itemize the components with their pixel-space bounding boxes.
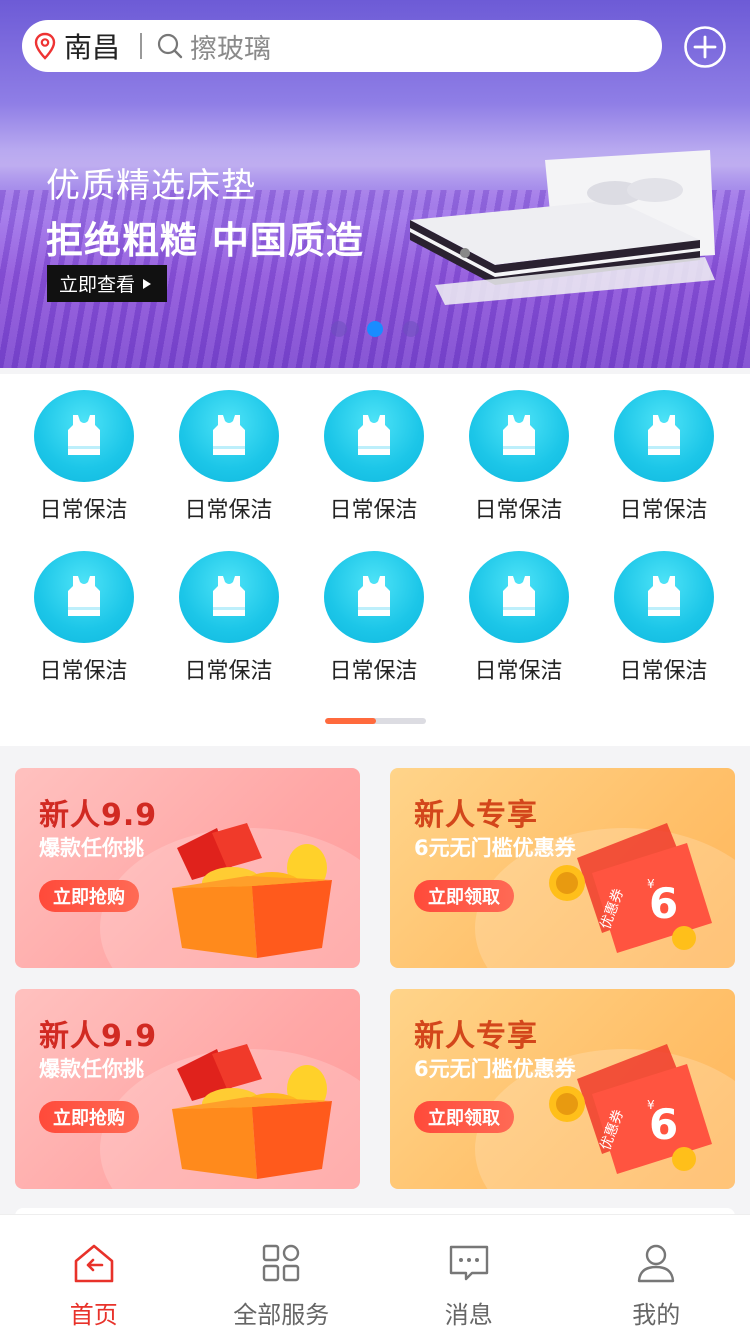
tab-label: 全部服务 — [233, 1301, 330, 1329]
promo-card-newuser-coupon[interactable]: 新人专享 6元无门槛优惠券 立即领取 优惠券 ¥ 6 — [390, 768, 735, 968]
user-icon — [638, 1244, 675, 1283]
search-divider — [140, 33, 143, 59]
play-arrow-icon — [143, 278, 152, 289]
vest-icon — [33, 390, 134, 482]
category-item[interactable]: 日常保洁 — [156, 374, 301, 524]
location-pin-icon[interactable] — [34, 32, 56, 60]
vest-icon — [613, 390, 714, 482]
banner-pagination — [331, 321, 419, 337]
promo-title: 新人专享 — [414, 1019, 538, 1054]
tab-home[interactable]: 首页 — [0, 1215, 188, 1334]
banner-dot[interactable] — [331, 321, 347, 337]
category-label: 日常保洁 — [329, 498, 418, 523]
promo-title: 新人9.9 — [39, 798, 158, 833]
message-icon — [449, 1245, 488, 1281]
add-plus-icon[interactable] — [683, 25, 727, 69]
bottom-tab-bar: 首页 全部服务 消息 我的 — [0, 1214, 750, 1334]
grab-now-button[interactable]: 立即抢购 — [39, 880, 139, 912]
promo-subtitle: 爆款任你挑 — [39, 836, 144, 860]
search-input[interactable]: 擦玻璃 — [190, 27, 271, 66]
vest-icon — [468, 551, 569, 643]
banner-dot[interactable] — [403, 321, 419, 337]
category-label: 日常保洁 — [474, 659, 563, 684]
category-item[interactable]: 日常保洁 — [301, 535, 446, 685]
category-label: 日常保洁 — [619, 659, 708, 684]
category-label: 日常保洁 — [39, 659, 128, 684]
banner-headline: 拒绝粗糙 中国质造 — [46, 219, 364, 262]
tab-all-services[interactable]: 全部服务 — [188, 1215, 376, 1334]
banner-view-button[interactable]: 立即查看 — [47, 265, 167, 302]
gift-box-icon — [172, 823, 332, 958]
promo-card-newuser-99[interactable]: 新人9.9 爆款任你挑 立即抢购 — [15, 989, 360, 1189]
search-icon — [157, 33, 183, 59]
vest-icon — [178, 390, 279, 482]
category-item[interactable]: 日常保洁 — [301, 374, 446, 524]
vest-icon — [323, 390, 424, 482]
tab-messages[interactable]: 消息 — [375, 1215, 563, 1334]
city-selector[interactable]: 南昌 — [64, 26, 120, 66]
grab-now-button[interactable]: 立即抢购 — [39, 1101, 139, 1133]
promo-card-newuser-99[interactable]: 新人9.9 爆款任你挑 立即抢购 — [15, 768, 360, 968]
gift-box-icon — [172, 1044, 332, 1179]
category-item[interactable]: 日常保洁 — [591, 374, 736, 524]
vest-icon — [323, 551, 424, 643]
category-label: 日常保洁 — [619, 498, 708, 523]
banner-title: 优质精选床垫 — [46, 166, 256, 206]
tab-label: 消息 — [444, 1301, 493, 1329]
category-item[interactable]: 日常保洁 — [591, 535, 736, 685]
category-label: 日常保洁 — [184, 498, 273, 523]
category-item[interactable]: 日常保洁 — [446, 374, 591, 524]
category-label: 日常保洁 — [329, 659, 418, 684]
promo-title: 新人专享 — [414, 798, 538, 833]
vest-icon — [178, 551, 279, 643]
promo-subtitle: 爆款任你挑 — [39, 1057, 144, 1081]
category-item[interactable]: 日常保洁 — [11, 535, 156, 685]
category-pager-active — [325, 718, 376, 724]
vest-icon — [468, 390, 569, 482]
category-item[interactable]: 日常保洁 — [156, 535, 301, 685]
home-icon — [74, 1244, 114, 1283]
category-item[interactable]: 日常保洁 — [11, 374, 156, 524]
mattress-image — [410, 150, 715, 305]
promo-title: 新人9.9 — [39, 1019, 158, 1054]
tab-label: 首页 — [69, 1301, 118, 1329]
category-pager — [325, 718, 426, 724]
coupon-icon: 优惠券 ¥ 6 — [549, 823, 712, 953]
vest-icon — [33, 551, 134, 643]
coupon-icon: 优惠券 ¥ 6 — [549, 1044, 712, 1174]
category-label: 日常保洁 — [184, 659, 273, 684]
claim-now-button[interactable]: 立即领取 — [414, 1101, 514, 1133]
category-label: 日常保洁 — [474, 498, 563, 523]
tab-profile[interactable]: 我的 — [563, 1215, 750, 1334]
category-label: 日常保洁 — [39, 498, 128, 523]
category-item[interactable]: 日常保洁 — [446, 535, 591, 685]
banner-dot-active[interactable] — [367, 321, 383, 337]
banner-view-button-label: 立即查看 — [59, 274, 136, 296]
category-grid: 日常保洁 日常保洁 日常保洁 日常保洁 日常保洁 日常保洁 日常保洁 日常保洁 … — [0, 374, 750, 746]
vest-icon — [613, 551, 714, 643]
coupon-value: 6 — [649, 879, 678, 928]
promo-card-newuser-coupon[interactable]: 新人专享 6元无门槛优惠券 立即领取 优惠券 ¥ 6 — [390, 989, 735, 1189]
claim-now-button[interactable]: 立即领取 — [414, 880, 514, 912]
coupon-value: 6 — [649, 1100, 678, 1149]
search-bar[interactable]: 南昌 擦玻璃 — [22, 20, 662, 72]
grid-icon — [263, 1244, 300, 1282]
tab-label: 我的 — [632, 1301, 681, 1329]
home-screen: 优质精选床垫 拒绝粗糙 中国质造 立即查看 南昌 擦玻璃 日常保洁 日常保洁 日… — [0, 0, 750, 1334]
